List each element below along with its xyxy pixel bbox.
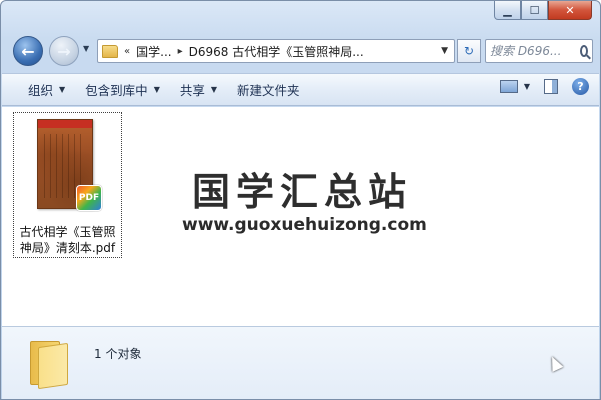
view-icon — [499, 80, 518, 93]
item-count: 1 个对象 — [94, 347, 142, 361]
include-in-library-menu[interactable]: 包含到库中 ▼ — [75, 78, 170, 102]
details-pane: 1 个对象 — [2, 326, 599, 399]
command-bar: 组织 ▼ 包含到库中 ▼ 共享 ▼ 新建文件夹 ▼ ? — [2, 73, 599, 106]
folder-icon — [30, 341, 70, 390]
forward-button[interactable]: → — [49, 36, 79, 66]
file-name-label: 古代相学《玉管照神局》清刻本.pdf — [19, 225, 116, 255]
close-button[interactable]: ✕ — [548, 1, 592, 20]
arrow-left-icon: ← — [21, 41, 35, 61]
minimize-button[interactable]: ▁ — [494, 1, 521, 20]
address-bar[interactable]: « 国学... ▸ D6968 古代相学《玉管照神局... ▼ — [97, 39, 455, 63]
include-in-library-label: 包含到库中 — [85, 83, 148, 98]
watermark-url: www.guoxuehuizong.com — [182, 215, 427, 235]
address-dropdown-icon[interactable]: ▼ — [441, 46, 448, 56]
back-button[interactable]: ← — [13, 36, 43, 66]
breadcrumb-separator-icon[interactable]: ▸ — [178, 46, 183, 57]
maximize-button[interactable]: ☐ — [521, 1, 548, 20]
folder-front-shape — [38, 342, 68, 390]
pdf-app-icon: PDF — [76, 185, 102, 211]
chevron-down-icon: ▼ — [210, 85, 218, 94]
command-bar-right: ▼ ? — [499, 78, 589, 95]
recent-pages-dropdown[interactable]: ▼ — [83, 44, 89, 53]
share-label: 共享 — [179, 83, 205, 98]
arrow-right-icon: → — [57, 41, 71, 61]
search-box[interactable] — [485, 39, 593, 63]
caption-buttons: ▁ ☐ ✕ — [494, 1, 592, 21]
address-row: ← → ▼ « 国学... ▸ D6968 古代相学《玉管照神局... ▼ ↻ — [9, 34, 593, 68]
new-folder-button[interactable]: 新建文件夹 — [227, 78, 310, 102]
file-list-area[interactable]: PDF 古代相学《玉管照神局》清刻本.pdf 国学汇总站 www.guoxueh… — [2, 107, 599, 326]
refresh-icon: ↻ — [463, 44, 475, 58]
folder-icon — [102, 44, 118, 58]
help-icon[interactable]: ? — [572, 78, 589, 95]
change-view-button[interactable]: ▼ — [499, 80, 530, 93]
share-menu[interactable]: 共享 ▼ — [170, 78, 227, 102]
chevron-down-icon: ▼ — [153, 85, 160, 94]
search-icon[interactable] — [580, 45, 588, 57]
refresh-button[interactable]: ↻ — [457, 39, 481, 63]
organize-label: 组织 — [28, 83, 54, 98]
organize-menu[interactable]: 组织 ▼ — [18, 78, 75, 102]
explorer-window: ▁ ☐ ✕ ← → ▼ « 国学... ▸ D6968 古代相学《玉管照神局..… — [0, 0, 601, 400]
breadcrumb-item-guoxue[interactable]: 国学... — [136, 43, 171, 60]
file-item-pdf[interactable]: PDF 古代相学《玉管照神局》清刻本.pdf — [13, 112, 122, 258]
chevron-down-icon: ▼ — [523, 82, 530, 91]
breadcrumb-item-current[interactable]: D6968 古代相学《玉管照神局... — [189, 43, 364, 60]
breadcrumb-overflow[interactable]: « — [124, 46, 130, 57]
watermark-title: 国学汇总站 — [192, 170, 413, 214]
preview-pane-icon[interactable] — [544, 79, 558, 94]
chevron-down-icon: ▼ — [59, 85, 66, 94]
search-input[interactable] — [490, 44, 576, 58]
new-folder-label: 新建文件夹 — [237, 83, 300, 98]
